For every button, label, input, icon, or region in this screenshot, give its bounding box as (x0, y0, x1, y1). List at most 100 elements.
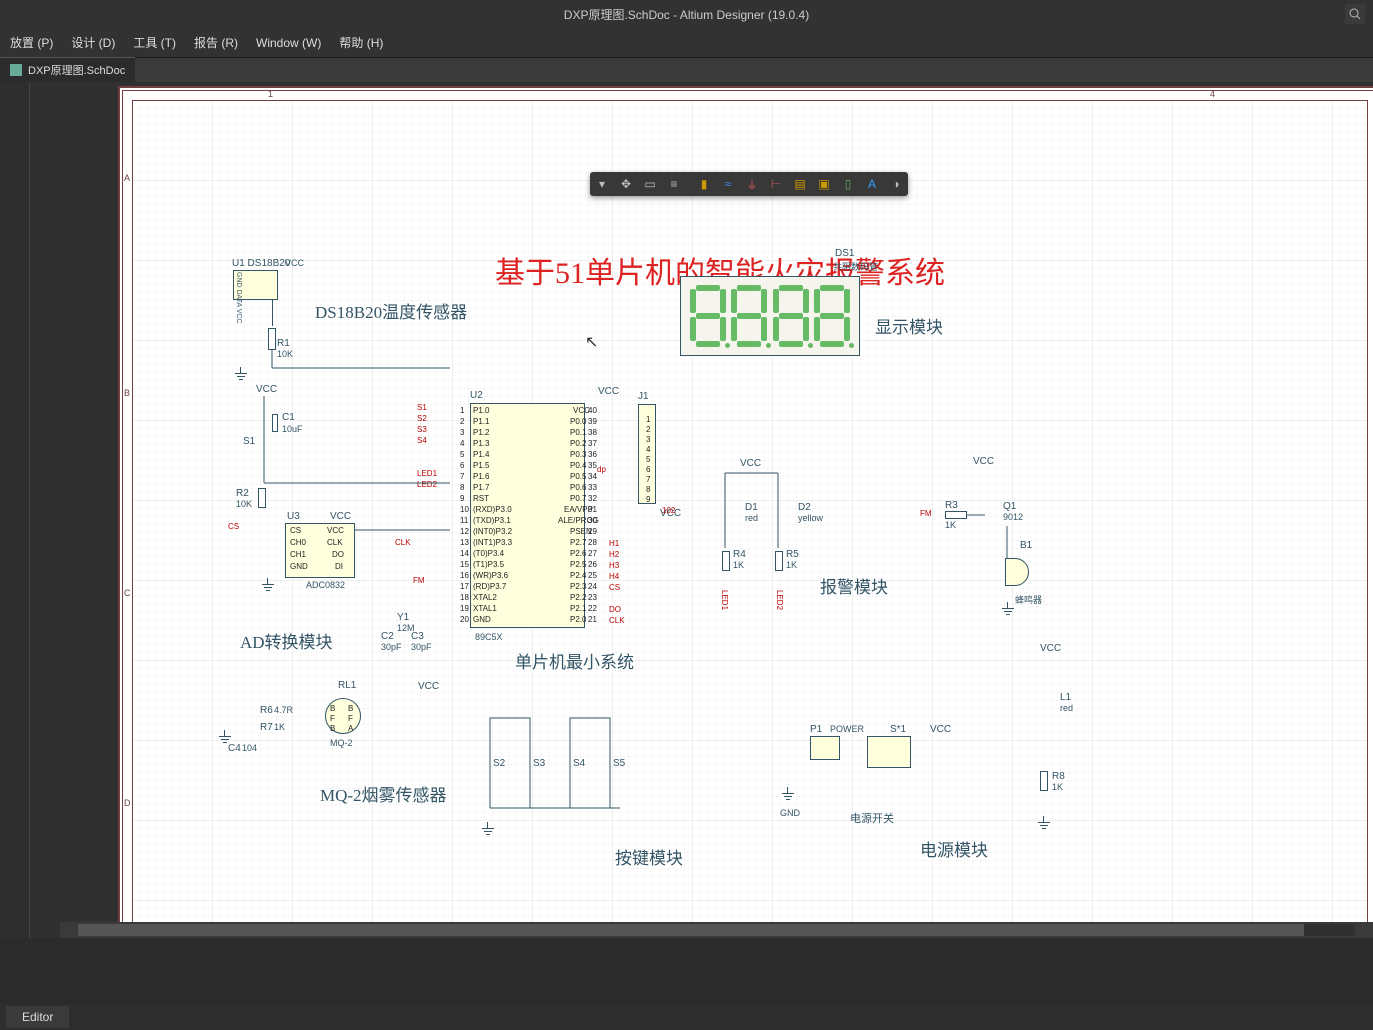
draw-icon[interactable]: ◑ (884, 172, 908, 196)
menu-report[interactable]: 报告 (R) (194, 34, 238, 51)
sw-label: S*1 (890, 724, 906, 735)
mcu-pnum-l13: 14 (460, 549, 469, 558)
mcu-pin-r8: P0.7 (570, 494, 586, 503)
part-icon[interactable]: ▮ (692, 172, 716, 196)
c2-label: C2 (381, 631, 394, 642)
net-cs2: CS (609, 583, 620, 592)
port-icon[interactable]: ▣ (812, 172, 836, 196)
mcu-pnum-r14: 26 (588, 560, 597, 569)
mcu-pnum-r10: 30 (588, 516, 597, 525)
schematic-sheet[interactable]: 1 4 A B C D 基于51单片机的智能火灾报警系统 DS18B20温度传感… (120, 88, 1373, 938)
mcu-pin-r1: P0.0 (570, 417, 586, 426)
mcu-vcc: VCC (598, 386, 619, 397)
bus-icon[interactable]: ⊢ (764, 172, 788, 196)
mcu-pin-l6: P1.6 (473, 472, 489, 481)
comp-r5[interactable] (775, 551, 783, 571)
net-fm-l: FM (413, 576, 425, 585)
select-icon[interactable]: ▭ (638, 172, 662, 196)
mcu-pnum-l18: 19 (460, 604, 469, 613)
j1-pin-6: 6 (646, 465, 650, 474)
comp-r2[interactable] (258, 488, 266, 508)
r5-label: R5 (786, 549, 799, 560)
d2-val: yellow (798, 513, 823, 523)
module-ad: AD转换模块 (240, 628, 333, 653)
mcu-pnum-l4: 5 (460, 450, 464, 459)
mcu-pnum-l12: 13 (460, 538, 469, 547)
net-led2-l: LED2 (417, 480, 437, 489)
align-icon[interactable]: ≡ (662, 172, 686, 196)
comp-ds1[interactable] (680, 276, 860, 356)
move-icon[interactable]: ✥ (614, 172, 638, 196)
tab-label: DXP原理图.SchDoc (28, 62, 125, 78)
comp-r8[interactable] (1040, 771, 1048, 791)
menu-design[interactable]: 设计 (D) (71, 34, 115, 51)
mcu-pin-l9: (RXD)P3.0 (473, 505, 512, 514)
mcu-pin-l7: P1.7 (473, 483, 489, 492)
mcu-pnum-l5: 6 (460, 461, 464, 470)
module-pwr: 电源模块 (920, 836, 988, 861)
gnd-key (480, 828, 496, 840)
mcu-pin-l12: (INT1)P3.3 (473, 538, 512, 547)
mcu-pnum-l11: 12 (460, 527, 469, 536)
comp-p1[interactable] (810, 736, 840, 760)
c2-val: 30pF (381, 642, 402, 652)
r3-val: 1K (945, 520, 956, 530)
net-s4: S4 (417, 436, 427, 445)
menu-place[interactable]: 放置 (P) (10, 34, 53, 51)
net-clk2: CLK (609, 616, 625, 625)
r7-label: R7 (260, 722, 273, 733)
search-icon[interactable] (1345, 4, 1365, 24)
c1-label: C1 (282, 412, 295, 423)
net-102: 102 (662, 506, 675, 515)
comp-r3[interactable] (945, 511, 967, 519)
mcu-pnum-r6: 34 (588, 472, 597, 481)
mcu-pin-r15: P2.4 (570, 571, 586, 580)
comp-c1[interactable] (272, 414, 278, 432)
sheet-icon[interactable]: ▯ (836, 172, 860, 196)
workspace: ▾ ✥ ▭ ≡ ▮ ≈ ⏚ ⊢ ▤ ▣ ▯ A ◑ ↖ 1 4 A B C (0, 82, 1373, 938)
net-s3: S3 (417, 425, 427, 434)
text-icon[interactable]: A (860, 172, 884, 196)
net-do: DO (609, 605, 621, 614)
net-cs: CS (228, 522, 239, 531)
d2-label: D2 (798, 502, 811, 513)
schematic-canvas[interactable]: ▾ ✥ ▭ ≡ ▮ ≈ ⏚ ⊢ ▤ ▣ ▯ A ◑ ↖ 1 4 A B C (30, 82, 1373, 938)
comp-sw[interactable] (867, 736, 911, 768)
active-bar: ▾ ✥ ▭ ≡ ▮ ≈ ⏚ ⊢ ▤ ▣ ▯ A ◑ (590, 172, 908, 196)
mcu-pnum-l17: 18 (460, 593, 469, 602)
wire-icon[interactable]: ≈ (716, 172, 740, 196)
j1-label: J1 (638, 391, 649, 402)
mcu-pin-r5: P0.4 (570, 461, 586, 470)
status-bar: Editor (0, 1004, 1373, 1030)
r6-val: 4.7R (274, 705, 293, 715)
editor-button[interactable]: Editor (6, 1006, 69, 1028)
u1-vcc: VCC (285, 258, 304, 268)
gnd-icon[interactable]: ⏚ (740, 172, 764, 196)
mcu-pin-r3: P0.2 (570, 439, 586, 448)
gnd-icon-1 (233, 373, 249, 385)
mcu-pin-r7: P0.6 (570, 483, 586, 492)
r4-val: 1K (733, 560, 744, 570)
comp-r1[interactable] (268, 328, 276, 350)
mcu-pnum-l6: 7 (460, 472, 464, 481)
j1-pin-1: 1 (646, 415, 650, 424)
mcu-pnum-r1: 39 (588, 417, 597, 426)
comp-r4[interactable] (722, 551, 730, 571)
menu-window[interactable]: Window (W) (256, 36, 321, 50)
scrollbar-horizontal[interactable] (60, 922, 1373, 938)
filter-icon[interactable]: ▾ (590, 172, 614, 196)
module-key: 按键模块 (615, 844, 683, 869)
menu-tools[interactable]: 工具 (T) (133, 34, 176, 51)
adc-do: DO (332, 550, 344, 559)
mcu-pin-l4: P1.4 (473, 450, 489, 459)
mcu-pnum-l10: 11 (460, 516, 468, 525)
p1-label: P1 (810, 724, 822, 735)
mq2-vcc: VCC (418, 681, 439, 692)
module-mq2: MQ-2烟雾传感器 (320, 781, 447, 806)
tab-schdoc[interactable]: DXP原理图.SchDoc (0, 57, 135, 82)
net-icon[interactable]: ▤ (788, 172, 812, 196)
mcu-pnum-r17: 23 (588, 593, 597, 602)
net-h1: H1 (609, 539, 619, 548)
menu-help[interactable]: 帮助 (H) (339, 34, 383, 51)
pwr-vcc: VCC (930, 724, 951, 735)
